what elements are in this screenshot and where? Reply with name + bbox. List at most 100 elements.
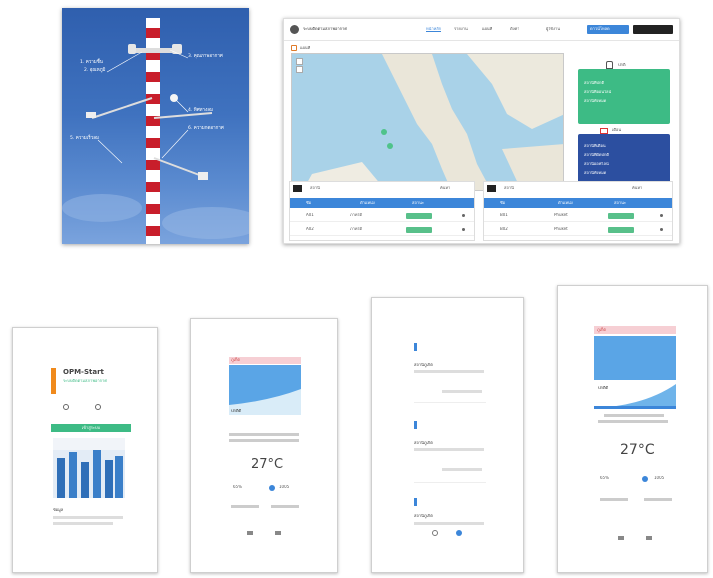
table-row[interactable]: A02 ภาคใต้ xyxy=(290,224,474,236)
nav-item-users[interactable]: ผู้ใช้งาน xyxy=(546,27,560,32)
web-dashboard: ระบบติดตามสภาพอากาศ หน้าหลัก รายงาน แผนท… xyxy=(283,18,680,244)
table-search-button[interactable]: ค้นหา xyxy=(632,186,642,191)
location-header: ภูเก็ต xyxy=(229,357,301,364)
brand-title: ระบบติดตามสภาพอากาศ xyxy=(303,27,347,31)
table-row[interactable]: B01 Phuket xyxy=(484,210,672,222)
station-marker-icon xyxy=(414,343,417,351)
table-header: ชื่อ ตำแหน่ง สถานะ xyxy=(290,198,474,208)
logo-icon xyxy=(290,25,299,34)
user-icon[interactable] xyxy=(63,404,69,410)
building-image xyxy=(53,438,125,498)
text-line xyxy=(414,370,484,373)
login-button[interactable]: เข้าสู่ระบบ xyxy=(51,424,131,432)
nav-list-icon[interactable] xyxy=(275,531,281,535)
divider xyxy=(414,482,486,483)
user-menu-button[interactable] xyxy=(633,25,673,34)
table-icon xyxy=(487,185,496,192)
status-badge xyxy=(608,227,634,233)
text-line xyxy=(53,522,113,525)
app-subtitle: ระบบติดตามสภาพอากาศ xyxy=(63,379,107,383)
normal-card-title: ปกติ xyxy=(618,63,626,67)
download-button[interactable]: ดาวน์โหลด xyxy=(587,25,629,34)
status-badge xyxy=(406,227,432,233)
pressure-icon xyxy=(269,485,275,491)
status-badge xyxy=(608,213,634,219)
station-marker-icon xyxy=(414,421,417,429)
warning-card-row: สถานีทั้งหมด xyxy=(584,171,607,175)
phone-screen-weather: ภูเก็ต ปกติดี 27°C 65% 1005 xyxy=(190,318,338,573)
station-table-right: สถานี ค้นหา ชื่อ ตำแหน่ง สถานะ B01 Phuke… xyxy=(483,181,673,241)
callout-wind-speed: 5. ความเร็วลม xyxy=(70,136,99,141)
map-icon xyxy=(291,45,297,51)
callout-humidity: 1. ความชื้น xyxy=(80,60,103,65)
warning-card-row: สถานีที่ผิดปกติ xyxy=(584,153,609,157)
zoom-out-button[interactable] xyxy=(296,66,303,73)
temperature-value: 27°C xyxy=(251,457,284,472)
nav-list-icon[interactable] xyxy=(456,530,462,536)
callout-temperature: 2. อุณหภูมิ xyxy=(84,68,106,73)
info-caption: ข้อมูล xyxy=(53,508,64,512)
map-illustration xyxy=(303,54,563,190)
nav-home-icon[interactable] xyxy=(432,530,438,536)
table-icon xyxy=(293,185,302,192)
normal-card-row: สถานีที่ออนไลน์ xyxy=(584,90,612,94)
map-label: แผนที่ xyxy=(300,46,311,50)
humidity-value: 65% xyxy=(233,485,242,489)
nav-item-map[interactable]: แผนที่ xyxy=(482,27,492,32)
warning-card-title: เตือน xyxy=(612,128,622,132)
humidity-value: 65% xyxy=(600,476,609,480)
alert-icon xyxy=(600,128,608,134)
table-row[interactable]: B02 Phuket xyxy=(484,224,672,236)
warning-card-row: สถานีที่เตือน xyxy=(584,144,606,148)
row-action-icon[interactable] xyxy=(660,214,663,217)
nav-item-settings[interactable]: ตั้งค่า xyxy=(510,27,519,32)
table-header: ชื่อ ตำแหน่ง สถานะ xyxy=(484,198,672,208)
text-line xyxy=(600,498,628,501)
table-row[interactable]: A01 ภาคใต้ xyxy=(290,210,474,222)
zoom-in-button[interactable] xyxy=(296,58,303,65)
text-line xyxy=(414,522,484,525)
callout-wind-direction: 4. ทิศทางลม xyxy=(188,108,213,113)
warning-card-row: สถานีออฟไลน์ xyxy=(584,162,609,166)
text-line xyxy=(231,505,259,508)
list-item[interactable]: สถานีภูเก็ต xyxy=(414,514,433,519)
table-title: สถานี xyxy=(504,186,514,190)
pressure-icon xyxy=(642,476,648,482)
station-map[interactable] xyxy=(291,53,564,191)
table-title: สถานี xyxy=(310,186,320,190)
nav-item-report[interactable]: รายงาน xyxy=(454,27,468,32)
row-action-icon[interactable] xyxy=(660,228,663,231)
text-line xyxy=(53,516,123,519)
callout-pressure: 6. ความกดอากาศ xyxy=(188,126,224,131)
nav-item-home[interactable]: หน้าหลัก xyxy=(426,27,441,32)
settings-icon[interactable] xyxy=(95,404,101,410)
top-navbar: ระบบติดตามสภาพอากาศ หน้าหลัก รายงาน แผนท… xyxy=(284,19,679,41)
lock-icon xyxy=(606,61,613,69)
text-line xyxy=(271,505,299,508)
phone-screen-login: OPM-Start ระบบติดตามสภาพอากาศ เข้าสู่ระบ… xyxy=(12,327,158,573)
sky-banner-image xyxy=(594,336,676,380)
banner-underline xyxy=(594,406,676,409)
nav-list-icon[interactable] xyxy=(646,536,652,540)
sensor-tower-photo: 1. ความชื้น 2. อุณหภูมิ 3. คุณภาพอากาศ 4… xyxy=(62,8,249,244)
status-badge xyxy=(406,213,432,219)
normal-stations-card: ปกติ สถานีที่ปกติ สถานีที่ออนไลน์ สถานีท… xyxy=(578,61,670,124)
station-marker-icon xyxy=(414,498,417,506)
app-title: OPM-Start xyxy=(63,368,104,376)
callout-air-quality: 3. คุณภาพอากาศ xyxy=(188,54,223,59)
condition-label: ปกติดี xyxy=(231,409,242,413)
nav-home-icon[interactable] xyxy=(247,531,253,535)
text-line xyxy=(604,414,664,417)
logo-bar-icon xyxy=(51,368,56,394)
list-item[interactable]: สถานีภูเก็ต xyxy=(414,363,433,368)
text-line xyxy=(229,439,299,442)
pressure-value: 1005 xyxy=(654,476,665,480)
divider xyxy=(414,402,486,403)
text-line xyxy=(414,448,484,451)
row-action-icon[interactable] xyxy=(462,214,465,217)
row-action-icon[interactable] xyxy=(462,228,465,231)
table-search-button[interactable]: ค้นหา xyxy=(440,186,450,191)
sky-banner-image xyxy=(229,365,301,415)
nav-home-icon[interactable] xyxy=(618,536,624,540)
list-item[interactable]: สถานีภูเก็ต xyxy=(414,441,433,446)
